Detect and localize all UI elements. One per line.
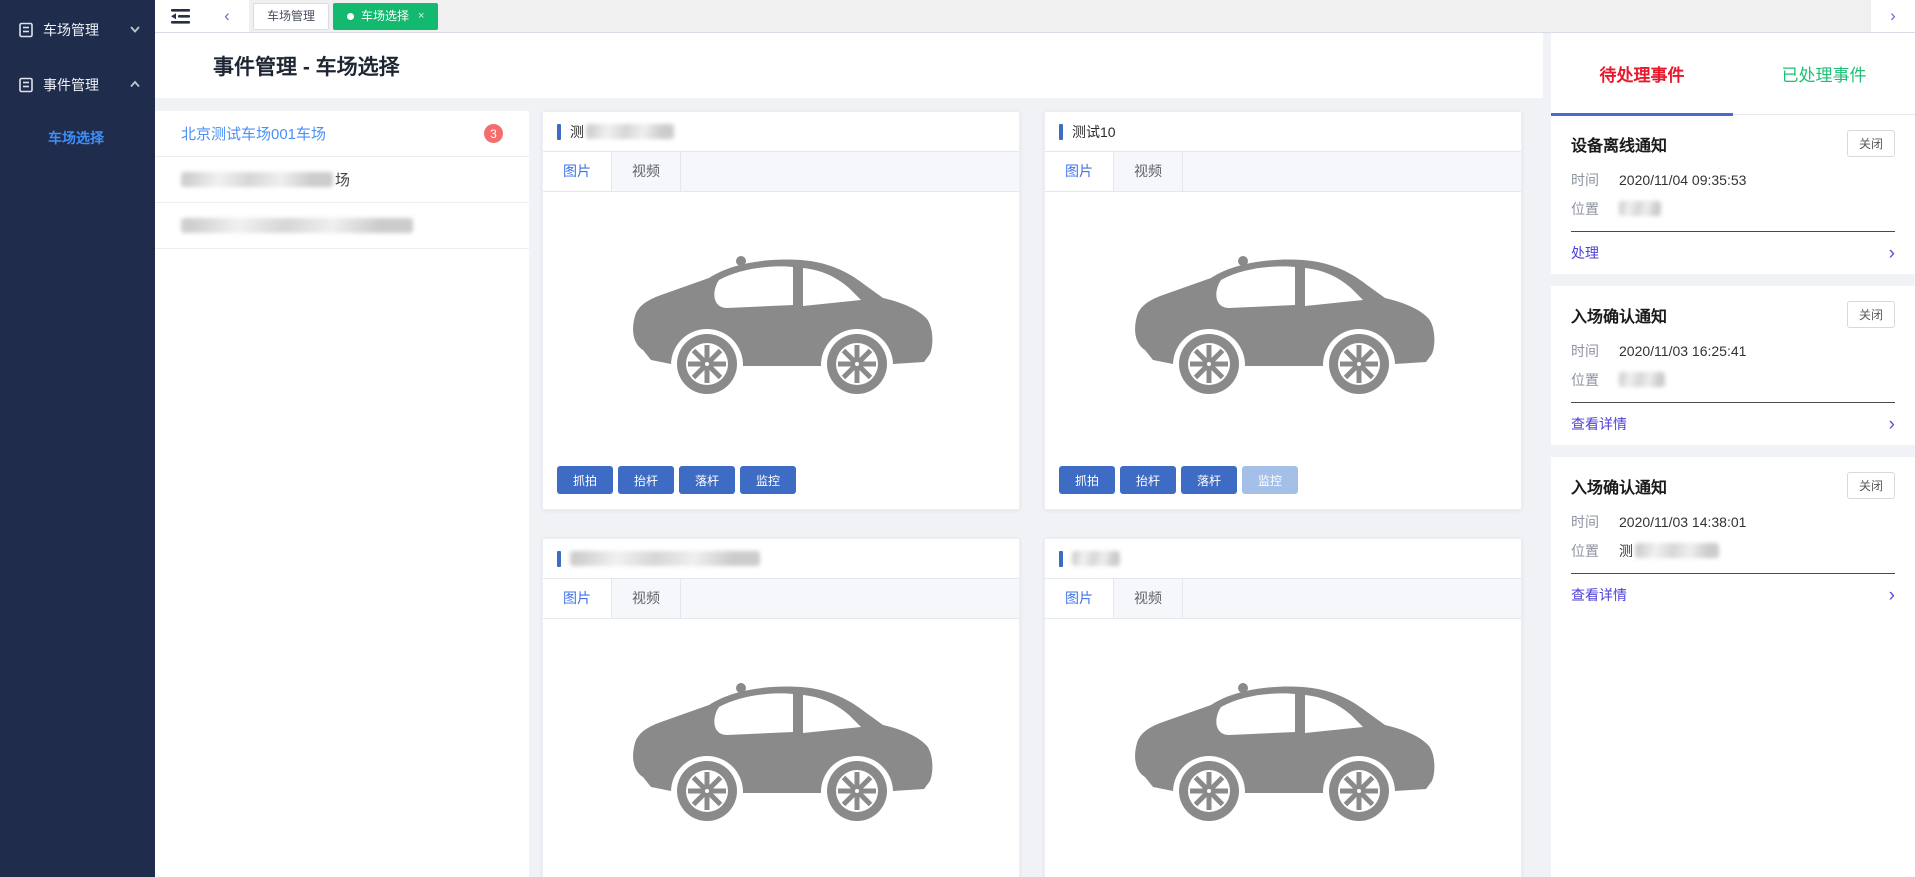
tab-video[interactable]: 视频 xyxy=(1114,579,1183,618)
view-details-link[interactable]: 查看详情 xyxy=(1571,414,1627,434)
route-tab-parking-mgmt[interactable]: 车场管理 xyxy=(253,3,329,30)
sidebar: 车场管理 事件管理 车场选择 xyxy=(0,0,155,877)
close-event-button[interactable]: 关闭 xyxy=(1847,472,1895,499)
camera-card: 图片 视频 抓拍 抬杆 落杆 监控 xyxy=(542,538,1020,877)
tab-image[interactable]: 图片 xyxy=(1045,579,1114,618)
event-card: 入场确认通知 关闭 时间 2020/11/03 16:25:41 位置 xyxy=(1551,286,1915,445)
monitor-button[interactable]: 监控 xyxy=(1242,466,1298,494)
tab-video[interactable]: 视频 xyxy=(612,152,681,191)
sidebar-item-event-mgmt[interactable]: 事件管理 xyxy=(0,57,155,112)
tab-image[interactable]: 图片 xyxy=(543,579,612,618)
event-title: 设备离线通知 xyxy=(1571,132,1667,156)
raise-gate-button[interactable]: 抬杆 xyxy=(618,466,674,494)
car-image xyxy=(1045,619,1521,877)
masked-text xyxy=(181,172,333,187)
hamburger-icon[interactable] xyxy=(155,0,205,32)
masked-text xyxy=(1619,201,1661,216)
masked-text xyxy=(1072,551,1120,566)
close-event-button[interactable]: 关闭 xyxy=(1847,130,1895,157)
chevron-up-icon xyxy=(129,77,141,93)
lower-gate-button[interactable]: 落杆 xyxy=(679,466,735,494)
event-card: 设备离线通知 关闭 时间 2020/11/04 09:35:53 位置 xyxy=(1551,115,1915,274)
page-title: 事件管理 - 车场选择 xyxy=(213,51,400,81)
monitor-button[interactable]: 监控 xyxy=(740,466,796,494)
tab-pending-events[interactable]: 待处理事件 xyxy=(1551,33,1733,114)
tab-video[interactable]: 视频 xyxy=(1114,152,1183,191)
main-area: ‹ 车场管理 车场选择 × › 事件管理 - 车场选择 xyxy=(155,0,1915,877)
camera-card: 图片 视频 抓拍 抬杆 落杆 监控 xyxy=(1044,538,1522,877)
title-accent-bar xyxy=(557,124,561,140)
handle-event-link[interactable]: 处理 xyxy=(1571,243,1599,263)
pending-count-badge: 3 xyxy=(484,124,503,143)
event-time: 2020/11/03 16:25:41 xyxy=(1619,337,1746,366)
camera-cards-grid: 测 图片 视频 抓拍 抬 xyxy=(542,111,1543,877)
masked-text xyxy=(586,124,674,139)
camera-title: 测试10 xyxy=(1072,122,1116,142)
close-icon[interactable]: × xyxy=(418,4,424,29)
event-time: 2020/11/03 14:38:01 xyxy=(1619,508,1746,537)
document-icon xyxy=(18,22,34,38)
chevron-right-icon[interactable]: › xyxy=(1889,586,1895,605)
masked-text xyxy=(1619,372,1665,387)
location-label: 位置 xyxy=(1571,195,1619,224)
lot-list-panel: 北京测试车场001车场 3 场 xyxy=(155,111,529,877)
page-header: 事件管理 - 车场选择 xyxy=(155,33,1543,98)
lot-item-beijing-001[interactable]: 北京测试车场001车场 3 xyxy=(155,111,529,157)
title-accent-bar xyxy=(1059,551,1063,567)
event-location xyxy=(1619,366,1665,395)
camera-title: 测 xyxy=(570,122,584,142)
event-time: 2020/11/04 09:35:53 xyxy=(1619,166,1746,195)
masked-text xyxy=(1635,543,1719,558)
sidebar-item-label: 事件管理 xyxy=(43,75,129,95)
car-image xyxy=(1045,192,1521,458)
event-card: 入场确认通知 关闭 时间 2020/11/03 14:38:01 位置 测 xyxy=(1551,457,1915,616)
car-image xyxy=(543,619,1019,877)
capture-button[interactable]: 抓拍 xyxy=(557,466,613,494)
sidebar-subitem-lot-select[interactable]: 车场选择 xyxy=(0,112,155,164)
location-label: 位置 xyxy=(1571,366,1619,395)
capture-button[interactable]: 抓拍 xyxy=(1059,466,1115,494)
tab-video[interactable]: 视频 xyxy=(612,579,681,618)
camera-card: 测试10 图片 视频 抓拍 抬杆 xyxy=(1044,111,1522,510)
car-image xyxy=(543,192,1019,458)
view-details-link[interactable]: 查看详情 xyxy=(1571,585,1627,605)
camera-card: 测 图片 视频 抓拍 抬 xyxy=(542,111,1020,510)
masked-text xyxy=(181,218,413,233)
tab-processed-events[interactable]: 已处理事件 xyxy=(1733,33,1915,114)
tab-image[interactable]: 图片 xyxy=(1045,152,1114,191)
events-panel: 待处理事件 已处理事件 设备离线通知 关闭 时间 2020/11/04 09:3… xyxy=(1551,33,1915,877)
title-accent-bar xyxy=(1059,124,1063,140)
chevron-right-icon[interactable]: › xyxy=(1889,244,1895,263)
raise-gate-button[interactable]: 抬杆 xyxy=(1120,466,1176,494)
close-event-button[interactable]: 关闭 xyxy=(1847,301,1895,328)
tab-image[interactable]: 图片 xyxy=(543,152,612,191)
location-label: 位置 xyxy=(1571,537,1619,566)
tab-scroll-right-icon[interactable]: › xyxy=(1871,0,1915,32)
route-tab-lot-select[interactable]: 车场选择 × xyxy=(333,3,438,30)
lot-item-masked[interactable] xyxy=(155,203,529,249)
sidebar-item-parking-mgmt[interactable]: 车场管理 xyxy=(0,2,155,57)
route-tabs-strip: ‹ 车场管理 车场选择 × › xyxy=(205,0,1915,32)
topbar: ‹ 车场管理 车场选择 × › xyxy=(155,0,1915,33)
tab-scroll-left-icon[interactable]: ‹ xyxy=(205,0,249,32)
title-accent-bar xyxy=(557,551,561,567)
chevron-right-icon[interactable]: › xyxy=(1889,415,1895,434)
app-root: 车场管理 事件管理 车场选择 xyxy=(0,0,1915,877)
sidebar-item-label: 车场管理 xyxy=(43,20,129,40)
time-label: 时间 xyxy=(1571,166,1619,195)
lot-item-masked[interactable]: 场 xyxy=(155,157,529,203)
active-dot-icon xyxy=(347,13,354,20)
event-location: 测 xyxy=(1619,537,1719,566)
event-location xyxy=(1619,195,1661,224)
event-title: 入场确认通知 xyxy=(1571,474,1667,498)
time-label: 时间 xyxy=(1571,508,1619,537)
masked-text xyxy=(570,551,760,566)
chevron-down-icon xyxy=(129,22,141,38)
document-icon xyxy=(18,77,34,93)
event-title: 入场确认通知 xyxy=(1571,303,1667,327)
time-label: 时间 xyxy=(1571,337,1619,366)
lower-gate-button[interactable]: 落杆 xyxy=(1181,466,1237,494)
